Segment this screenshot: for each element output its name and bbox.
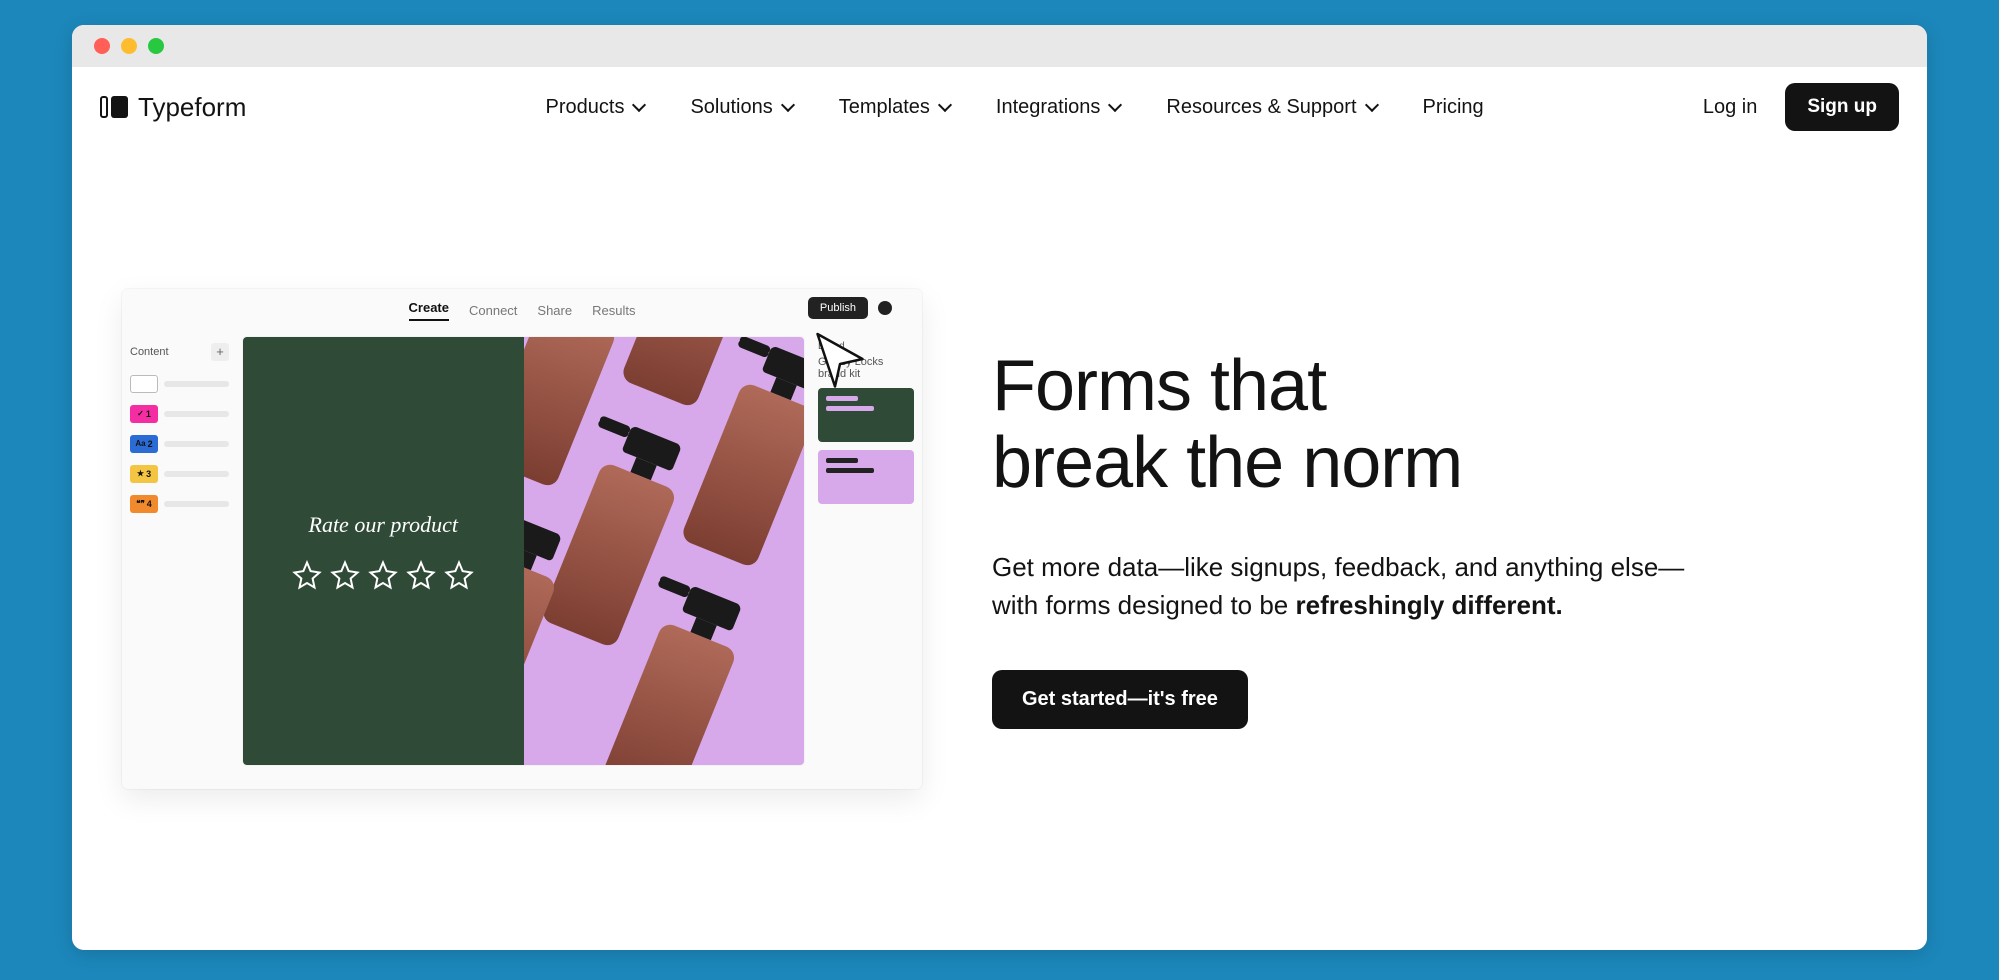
form-slide-left: Rate our product: [243, 337, 524, 765]
avatar-icon[interactable]: [878, 301, 892, 315]
close-icon[interactable]: [94, 38, 110, 54]
chevron-down-icon: [781, 98, 795, 112]
brand-name: Typeform: [138, 92, 246, 123]
publish-button[interactable]: Publish: [808, 297, 868, 319]
login-link[interactable]: Log in: [1703, 96, 1758, 119]
add-question-button[interactable]: +: [211, 343, 229, 361]
maximize-icon[interactable]: [148, 38, 164, 54]
nav-resources[interactable]: Resources & Support: [1166, 96, 1376, 119]
tab-connect[interactable]: Connect: [469, 303, 517, 318]
signup-button[interactable]: Sign up: [1785, 83, 1899, 131]
window-titlebar: [72, 25, 1927, 67]
site-navbar: Typeform Products Solutions Templates In…: [72, 67, 1927, 147]
tab-results[interactable]: Results: [592, 303, 635, 318]
form-slide-right: [524, 337, 805, 765]
content-sidebar: Content + ✓1 Aa2 ★3 ❝❞4: [122, 333, 237, 789]
question-item[interactable]: ✓1: [130, 405, 229, 423]
chevron-down-icon: [1108, 98, 1122, 112]
form-canvas: Rate our product: [243, 337, 804, 765]
nav-templates[interactable]: Templates: [839, 96, 950, 119]
editor-body: Content + ✓1 Aa2 ★3 ❝❞4 Rate our product: [122, 333, 922, 789]
tab-share[interactable]: Share: [537, 303, 572, 318]
editor-tabs: Create Connect Share Results Publish: [122, 289, 922, 333]
nav-solutions[interactable]: Solutions: [690, 96, 792, 119]
cursor-icon: [810, 329, 870, 392]
question-item[interactable]: ❝❞4: [130, 495, 229, 513]
chevron-down-icon: [632, 98, 646, 112]
star-rating[interactable]: [292, 560, 474, 590]
nav-pricing[interactable]: Pricing: [1423, 96, 1484, 119]
nav-menu: Products Solutions Templates Integration…: [546, 96, 1484, 119]
brand-mark-icon: [100, 96, 128, 118]
nav-products[interactable]: Products: [546, 96, 645, 119]
product-screenshot: Create Connect Share Results Publish Con…: [122, 289, 922, 789]
hero-subheadline: Get more data—like signups, feedback, an…: [992, 549, 1692, 624]
publish-group: Publish: [808, 297, 892, 319]
question-item[interactable]: [130, 375, 229, 393]
hero-headline: Forms that break the norm: [992, 348, 1752, 504]
chevron-down-icon: [938, 98, 952, 112]
hero-section: Create Connect Share Results Publish Con…: [72, 147, 1927, 950]
tab-create[interactable]: Create: [409, 300, 449, 321]
question-prompt: Rate our product: [309, 512, 459, 538]
nav-integrations[interactable]: Integrations: [996, 96, 1121, 119]
hero-copy: Forms that break the norm Get more data—…: [992, 348, 1752, 730]
brand-swatch-lilac[interactable]: [818, 450, 914, 504]
chevron-down-icon: [1364, 98, 1378, 112]
brand-logo[interactable]: Typeform: [100, 92, 246, 123]
question-item[interactable]: ★3: [130, 465, 229, 483]
content-label: Content: [130, 346, 169, 358]
brand-sidebar: Brand Glossy Locks brand kit: [810, 333, 922, 789]
browser-frame: Typeform Products Solutions Templates In…: [72, 25, 1927, 950]
minimize-icon[interactable]: [121, 38, 137, 54]
get-started-button[interactable]: Get started—it's free: [992, 670, 1248, 729]
brand-swatch-green[interactable]: [818, 388, 914, 442]
nav-right: Log in Sign up: [1703, 83, 1899, 131]
question-item[interactable]: Aa2: [130, 435, 229, 453]
